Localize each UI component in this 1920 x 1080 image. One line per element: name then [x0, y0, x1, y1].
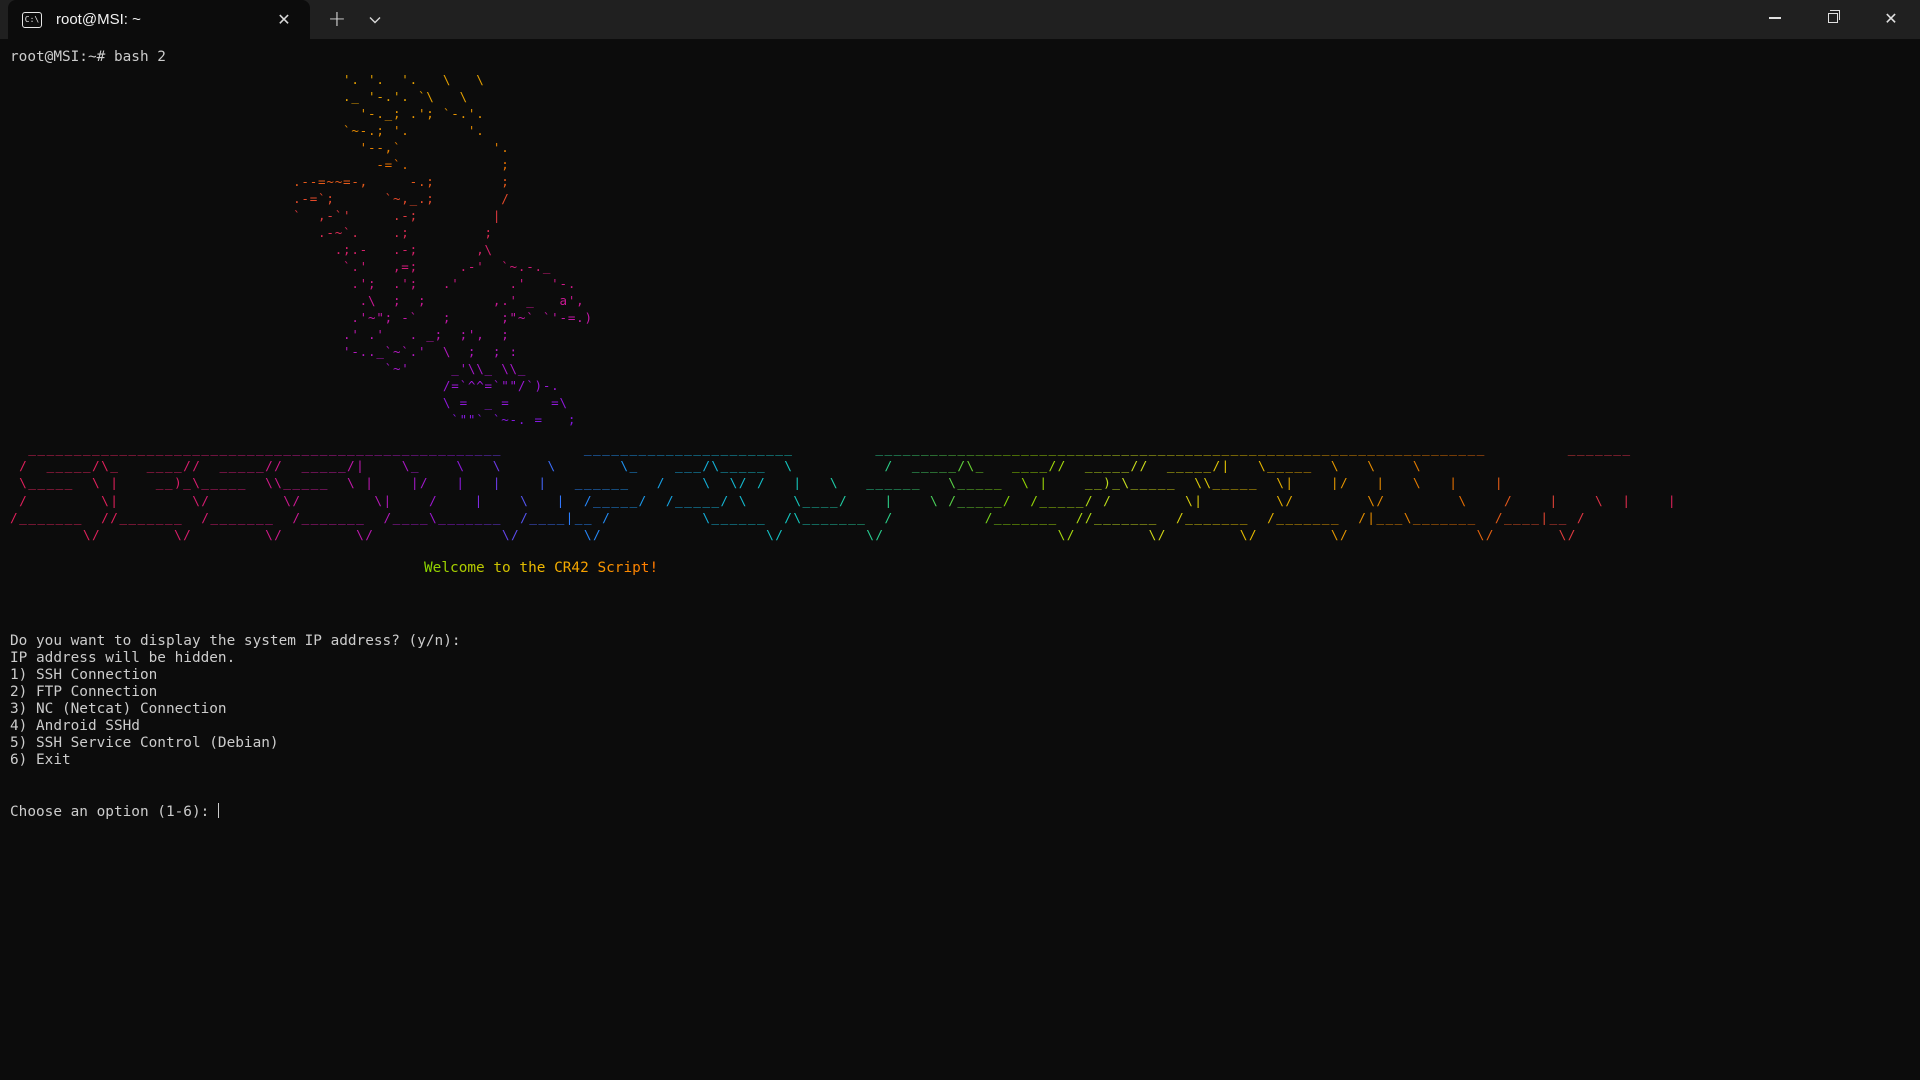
new-tab-button[interactable]: + [318, 0, 356, 39]
ascii-art-line: '-.._`~`.' \ ; ; : [10, 344, 518, 359]
close-window-button[interactable]: ✕ [1862, 0, 1920, 36]
terminal-tab[interactable]: C:\ root@MSI: ~ ✕ [8, 0, 310, 39]
ascii-art-line: `~' _'\\_ \\_ [10, 361, 527, 376]
ascii-art-line: .-=`; `~,_.; / [10, 191, 510, 206]
ascii-art-line: `""` `~-. = ; [10, 412, 577, 427]
ascii-art-line: '--,` '. [10, 140, 510, 155]
ascii-banner-line: / \| \/ \/ \| / | \ | /_____/ /_____/ \ … [19, 493, 1678, 509]
ascii-art-line: .'; .'; .' .' '-. [10, 276, 577, 291]
text-cursor [217, 803, 220, 818]
ascii-art-line: .;.- .-; ,\ [10, 242, 493, 257]
window-controls: ✕ [1746, 0, 1920, 39]
ascii-art-line: \ = _ = =\ [10, 395, 568, 410]
ascii-art-line: .-~`. .; ; [10, 225, 493, 240]
ascii-art-line: .\ ; ; ,.' _ a', [10, 293, 585, 308]
ascii-art-line: ._ '-.'. `\ \ [10, 89, 468, 104]
ascii-banner-line: \/ \/ \/ \/ \/ \/ \/ \/ \/ \/ \/ \/ \/ \… [82, 527, 1577, 543]
output-line: 2) FTP Connection [10, 684, 158, 700]
ascii-art-line: `~-.; '. '. [10, 123, 485, 138]
ascii-art-line: .' .' . _; ;', ; [10, 327, 510, 342]
ascii-banner-line: ________________________________________… [28, 442, 1632, 457]
title-bar: C:\ root@MSI: ~ ✕ + ✕ [0, 0, 1920, 39]
terminal-output[interactable]: root@MSI:~# bash 2 '. '. '. \ \ ._ '-.'.… [10, 49, 1910, 1069]
minimize-icon [1769, 17, 1781, 19]
ascii-banner-line: / _____/\_ ____// _____// _____/| \_ \ \… [19, 459, 1422, 475]
ascii-banner-line: \_____ \ | __)_\_____ \\_____ \ | |/ | |… [19, 476, 1504, 492]
ascii-art-line: '. '. '. \ \ [10, 72, 485, 87]
ascii-art-line: .--=~~=-, -.; ; [10, 174, 510, 189]
welcome-message: Welcome to the CR42 Script! [424, 560, 659, 576]
close-tab-icon[interactable]: ✕ [274, 9, 294, 29]
output-line: Do you want to display the system IP add… [10, 633, 461, 649]
restore-button[interactable] [1804, 0, 1862, 36]
ascii-art-figure: '. '. '. \ \ ._ '-.'. `\ \ '-._; .'; `-.… [10, 71, 593, 428]
chevron-down-icon[interactable] [356, 0, 394, 39]
close-icon: ✕ [1884, 8, 1898, 28]
ascii-art-line: `.' ,=; .-' `~.-._ [10, 259, 552, 274]
choose-option-prompt: Choose an option (1-6): [10, 804, 218, 820]
ascii-art-line: ` ,-`' .-; | [10, 208, 502, 223]
ascii-art-line: .'~"; -` ; ;"~` `'-=.) [10, 310, 593, 325]
restore-icon [1828, 10, 1840, 23]
tab-title: root@MSI: ~ [56, 11, 141, 28]
ascii-art-line: '-._; .'; `-.'. [10, 106, 485, 121]
ascii-art-line: /=`^^=`""/`)-. [10, 378, 560, 393]
output-line: 1) SSH Connection [10, 667, 158, 683]
menu-output: Do you want to display the system IP add… [10, 599, 461, 854]
minimize-button[interactable] [1746, 0, 1804, 36]
output-line: 4) Android SSHd [10, 718, 140, 734]
ascii-banner: ________________________________________… [10, 441, 1677, 544]
output-line: IP address will be hidden. [10, 650, 236, 666]
output-line: 6) Exit [10, 752, 71, 768]
output-line: 3) NC (Netcat) Connection [10, 701, 227, 717]
prompt-line: Choose an option (1-6): [10, 803, 461, 820]
terminal-icon: C:\ [22, 11, 42, 28]
terminal-icon-text: C:\ [24, 14, 40, 24]
command-line: root@MSI:~# bash 2 [10, 49, 166, 65]
output-line: 5) SSH Service Control (Debian) [10, 735, 279, 751]
output-lines: Do you want to display the system IP add… [10, 633, 461, 769]
ascii-banner-line: /_______ //_______ /_______ /_______ /__… [10, 510, 1586, 526]
ascii-art-line: -=`. ; [10, 157, 510, 172]
